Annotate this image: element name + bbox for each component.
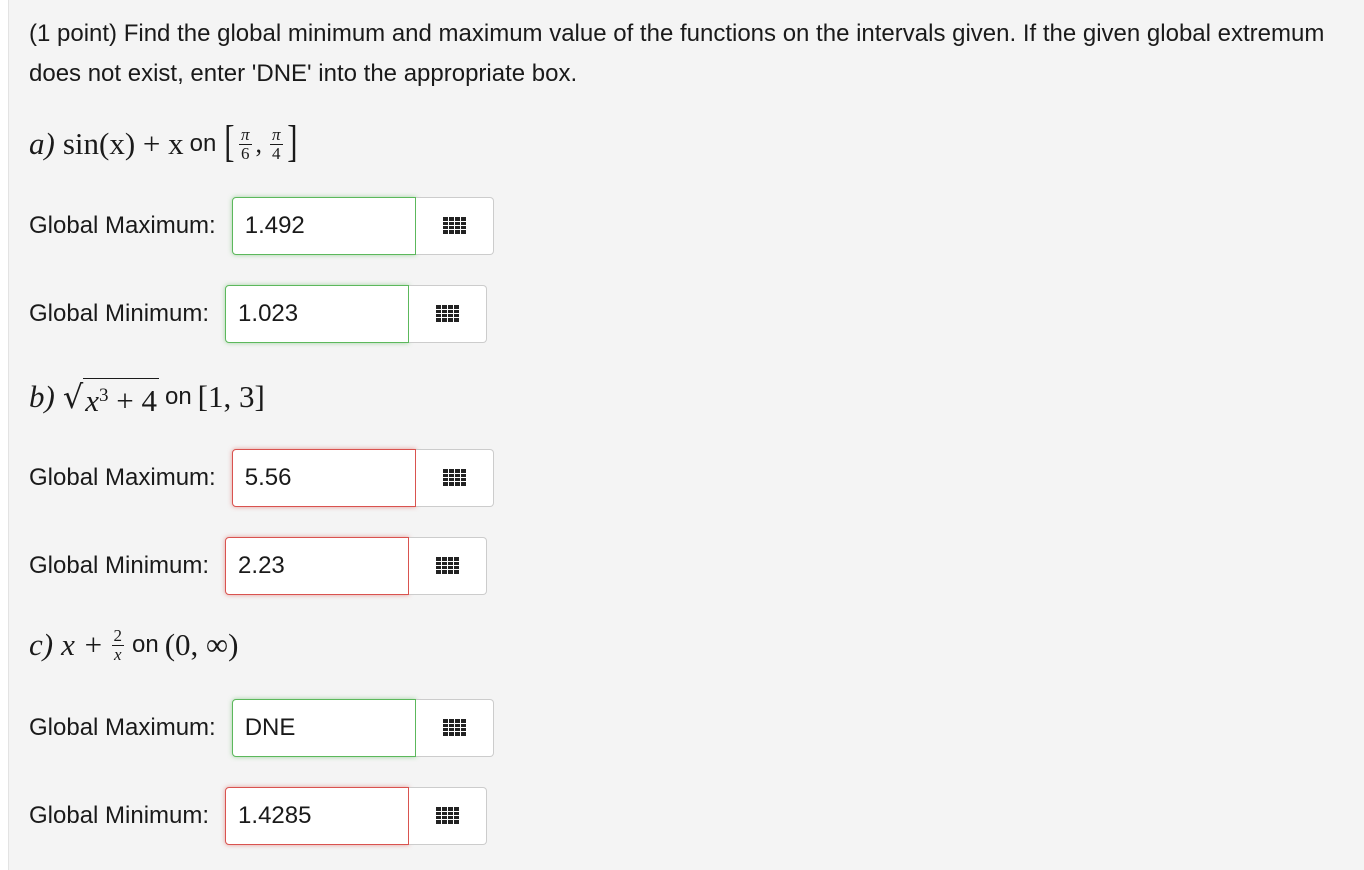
global-maximum-label: Global Maximum: (29, 714, 216, 741)
grid-icon (436, 557, 460, 574)
grid-icon (436, 305, 460, 322)
part-c-max-grid-button[interactable] (415, 699, 494, 757)
part-c-fraction: 2 x (111, 625, 125, 664)
part-a-right-bracket: ] (286, 117, 298, 166)
part-a-min-input[interactable] (225, 285, 410, 343)
answer-group (225, 787, 488, 845)
part-a-left-bracket: [ (224, 117, 235, 166)
part-a-on-word: on (189, 130, 217, 157)
part-a-min-grid-button[interactable] (409, 285, 488, 343)
part-c-max-input[interactable] (231, 699, 416, 757)
part-b-interval: [1, 3] (197, 379, 265, 414)
part-c-heading: c) x + 2 x on (0, ∞) (29, 622, 238, 668)
part-b-heading: b) √ x3 + 4 on [1, 3] (29, 374, 265, 420)
part-a-max-input[interactable] (231, 197, 416, 255)
part-c-on-word: on (132, 631, 159, 658)
part-b-max-input[interactable] (231, 449, 416, 507)
part-b-min-input[interactable] (225, 537, 410, 595)
grid-icon (442, 719, 466, 736)
problem-instructions: (1 point) Find the global minimum and ma… (29, 20, 1325, 87)
problem-panel: (1 point) Find the global minimum and ma… (8, 0, 1364, 870)
part-b-on-word: on (164, 383, 192, 410)
part-a-letter: a) (29, 126, 55, 161)
global-maximum-label: Global Maximum: (29, 464, 216, 491)
part-b-min-grid-button[interactable] (409, 537, 488, 595)
global-minimum-label: Global Minimum: (29, 300, 210, 327)
part-c-min-grid-button[interactable] (409, 787, 488, 845)
part-c-letter: c) (29, 627, 54, 662)
part-a-interval-start: π 6 (239, 124, 252, 163)
answer-group (231, 197, 494, 255)
part-b-letter: b) (29, 379, 55, 414)
answer-group (231, 449, 494, 507)
global-minimum-label: Global Minimum: (29, 802, 210, 829)
part-c-interval: (0, ∞) (164, 627, 239, 662)
part-b-radicand: x3 + 4 (83, 378, 159, 418)
part-b-max-grid-button[interactable] (415, 449, 494, 507)
part-b-max-row: Global Maximum: (29, 448, 494, 508)
part-c-min-row: Global Minimum: (29, 786, 488, 846)
global-minimum-label: Global Minimum: (29, 552, 210, 579)
part-a-interval-end: π 4 (270, 124, 283, 163)
part-a-function: sin(x) + x (62, 126, 184, 161)
sqrt-symbol: √ (62, 378, 84, 416)
part-c-term: x + (61, 627, 104, 662)
part-a-min-row: Global Minimum: (29, 284, 488, 344)
part-b-min-row: Global Minimum: (29, 536, 488, 596)
part-a-heading: a) sin(x) + x on [ π 6 , π 4 ] (29, 117, 298, 166)
grid-icon (442, 469, 466, 486)
global-maximum-label: Global Maximum: (29, 212, 216, 239)
grid-icon (436, 807, 460, 824)
part-c-min-input[interactable] (225, 787, 410, 845)
answer-group (231, 699, 494, 757)
answer-group (225, 537, 488, 595)
grid-icon (442, 217, 466, 234)
part-a-max-grid-button[interactable] (415, 197, 494, 255)
part-a-max-row: Global Maximum: (29, 196, 494, 256)
part-c-max-row: Global Maximum: (29, 698, 494, 758)
answer-group (225, 285, 488, 343)
